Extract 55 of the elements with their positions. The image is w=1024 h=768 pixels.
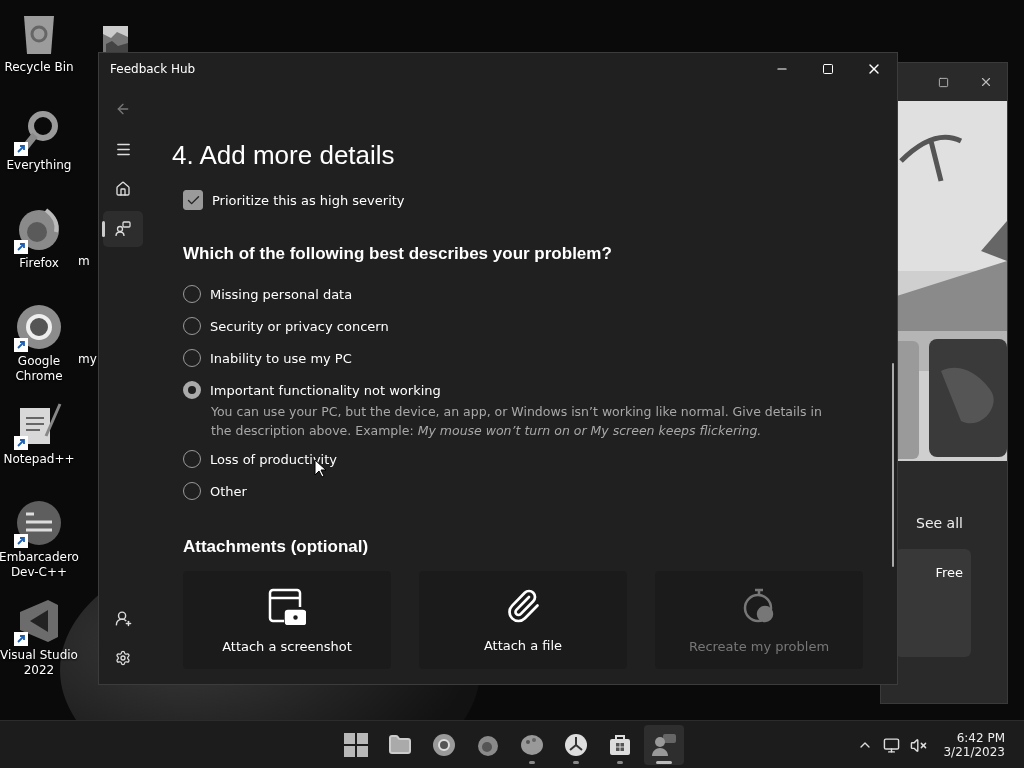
folder-icon	[388, 733, 412, 757]
desktop-icon-label[interactable]: Firefox	[19, 256, 59, 271]
screenshot-icon	[268, 586, 306, 625]
chrome-icon	[432, 733, 456, 757]
price-label: Free	[935, 565, 963, 582]
maximize-icon	[822, 63, 834, 75]
attachment-button[interactable]: Attach a screenshot	[183, 571, 391, 669]
section-heading: Attachments (optional)	[183, 537, 370, 557]
see-all-link[interactable]: See all	[916, 515, 1007, 531]
radio-label: Other	[210, 483, 247, 499]
desktop-icon-label[interactable]: Notepad++	[3, 452, 75, 467]
window-title: Feedback Hub	[110, 62, 197, 76]
clock-date[interactable]: 3/21/2023	[943, 745, 1005, 759]
store-icon	[608, 733, 632, 757]
radio-button[interactable]	[183, 381, 201, 399]
back-icon	[115, 101, 131, 117]
firefox-icon	[476, 733, 500, 757]
app-card[interactable]: Free	[895, 549, 971, 657]
checkbox-label: Prioritize this as high severity	[212, 192, 405, 208]
clock-icon	[564, 733, 588, 757]
network-icon[interactable]	[883, 736, 901, 754]
desktop-icon-label[interactable]: Embarcadero Dev-C++	[0, 550, 79, 580]
radio-label: Inability to use my PC	[210, 350, 352, 366]
paperclip-icon	[505, 587, 541, 624]
chrome-icon	[16, 304, 62, 350]
radio-label: Loss of productivity	[210, 451, 338, 467]
checkbox[interactable]	[183, 190, 203, 210]
close-icon	[979, 75, 993, 89]
add-user-icon	[114, 609, 132, 627]
dev-cpp-icon	[16, 500, 62, 546]
start-icon	[344, 733, 368, 757]
volume-muted-icon[interactable]	[910, 736, 928, 754]
desktop-icon-label[interactable]: Google Chrome	[0, 354, 78, 384]
desktop-icon-label[interactable]: my	[78, 352, 97, 366]
radio-label: Missing personal data	[210, 286, 353, 302]
attachment-button[interactable]: Attach a file	[419, 571, 627, 669]
firefox-icon	[16, 206, 62, 252]
taskbar-button[interactable]	[644, 725, 684, 765]
desktop-icon-label[interactable]: Everything	[6, 158, 72, 173]
desktop-icon-label[interactable]: Recycle Bin	[4, 60, 74, 75]
radio-label: Security or privacy concern	[210, 318, 389, 334]
section-heading: Which of the following best describes your problem?	[183, 244, 613, 264]
person-chat-icon	[115, 221, 131, 237]
maximize-icon	[938, 76, 949, 88]
nav-button[interactable]	[103, 211, 143, 247]
option-description: You can use your PC, but the device, an app, or Windows isn’t working like normal. Give details in the description above. Example: My mouse won’t turn on or My screen keeps flickering.	[211, 403, 823, 440]
desktop-icon-label[interactable]: m	[78, 254, 90, 268]
page-heading: 4. Add more details	[172, 140, 396, 171]
settings-icon	[115, 650, 131, 666]
person-chat-icon	[651, 733, 677, 757]
clock-time[interactable]: 6:42 PM	[956, 731, 1005, 745]
radio-label: Important functionality not working	[210, 382, 441, 398]
home-icon	[115, 181, 131, 197]
palette-icon	[520, 733, 544, 757]
desktop-icon-label[interactable]: Visual Studio 2022	[0, 648, 78, 678]
